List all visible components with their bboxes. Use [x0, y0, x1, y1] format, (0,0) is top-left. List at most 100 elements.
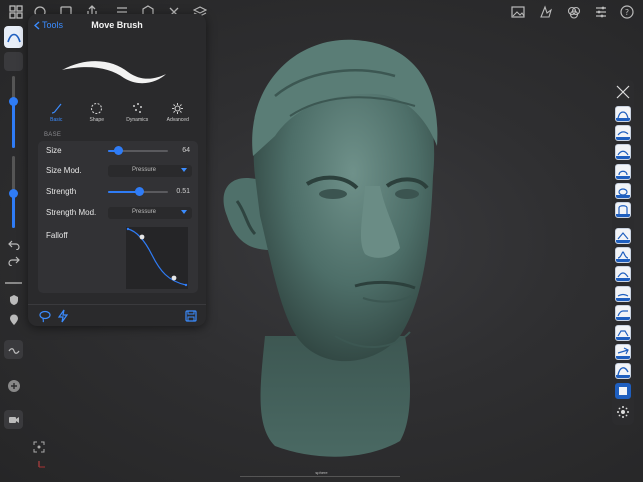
gallery-grid-icon[interactable]	[8, 4, 24, 20]
video-camera-icon	[8, 416, 19, 423]
tab-advanced[interactable]: Advanced	[158, 102, 199, 126]
brush-move[interactable]	[615, 363, 631, 379]
brush-build[interactable]	[615, 144, 631, 160]
falloff-curve-editor[interactable]	[126, 227, 188, 289]
lasso-icon[interactable]	[38, 309, 52, 323]
strength-slider-knob[interactable]	[9, 188, 18, 198]
brush-library-bar	[612, 80, 634, 425]
camera-button[interactable]	[4, 410, 23, 429]
shield-icon	[9, 294, 18, 305]
tab-dynamics[interactable]: Dynamics	[117, 102, 158, 126]
size-slider[interactable]	[108, 146, 168, 155]
image-icon[interactable]	[510, 4, 526, 20]
save-preset-icon[interactable]	[184, 309, 198, 323]
mask-brush-icon	[619, 387, 627, 395]
size-mod-row: Size Mod. Pressure	[38, 161, 198, 181]
panel-footer	[28, 304, 206, 326]
brush-standard[interactable]	[615, 106, 631, 122]
materials-icon[interactable]	[566, 4, 582, 20]
redo-button[interactable]	[4, 250, 23, 269]
curve-point[interactable]	[171, 275, 177, 281]
panel-title: Move Brush	[91, 20, 143, 30]
strength-mod-row: Strength Mod. Pressure	[38, 203, 198, 223]
size-mod-select[interactable]: Pressure	[108, 165, 192, 177]
plus-circle-icon	[7, 379, 20, 392]
dynamics-icon	[132, 103, 142, 113]
brush-options-button[interactable]	[615, 404, 631, 420]
strength-value: 0.51	[176, 188, 190, 195]
shape-icon	[91, 102, 103, 115]
wave-icon	[8, 347, 19, 354]
brush-clay[interactable]	[615, 125, 631, 141]
strength-mod-select[interactable]: Pressure	[108, 207, 192, 219]
close-icon[interactable]	[615, 84, 631, 100]
timeline-bar[interactable]	[240, 476, 400, 477]
strength-slider[interactable]	[9, 156, 18, 228]
settings-sliders-icon[interactable]	[593, 4, 609, 20]
left-sidebar	[0, 24, 27, 444]
size-slider-knob[interactable]	[114, 146, 124, 155]
frame-focus-icon[interactable]	[33, 440, 45, 453]
tab-label: Dynamics	[126, 117, 149, 123]
strength-mod-option: Pressure	[131, 209, 156, 215]
brush-pinch[interactable]	[615, 247, 631, 263]
lightning-icon[interactable]	[56, 309, 70, 323]
brush-planar[interactable]	[615, 325, 631, 341]
size-row: Size 64	[38, 141, 198, 161]
dropdown-arrow-icon	[181, 210, 187, 214]
strength-slider-fill	[12, 193, 15, 228]
curve-point[interactable]	[139, 234, 145, 240]
advanced-icon	[172, 103, 184, 114]
move-brush-icon	[6, 33, 21, 43]
brush-mask[interactable]	[615, 383, 631, 399]
lighting-icon[interactable]	[538, 4, 554, 20]
strength-slider-knob[interactable]	[134, 187, 144, 196]
brush-drag[interactable]	[615, 344, 631, 360]
strength-label: Strength	[46, 187, 77, 196]
brush-snakehook[interactable]	[615, 202, 631, 218]
size-label: Size	[46, 146, 62, 155]
falloff-label: Falloff	[46, 231, 68, 240]
svg-text:?: ?	[625, 8, 629, 17]
divider	[5, 282, 22, 284]
sculpt-viewport-model[interactable]	[215, 36, 450, 466]
brush-inflate[interactable]	[615, 183, 631, 199]
help-icon[interactable]: ?	[619, 4, 635, 20]
stroke-button[interactable]	[4, 340, 23, 359]
strength-row: Strength 0.51	[38, 182, 198, 202]
brush-settings-panel: Tools Move Brush Basic Shape Dynamics Ad…	[28, 14, 206, 326]
brush-smooth[interactable]	[615, 286, 631, 302]
brush-flatten[interactable]	[615, 266, 631, 282]
add-button[interactable]	[4, 376, 23, 395]
radius-slider[interactable]	[9, 76, 18, 148]
brush-blob[interactable]	[615, 164, 631, 180]
brush-stroke-preview	[62, 61, 166, 84]
size-value: 64	[182, 147, 190, 154]
section-label: BASE	[44, 132, 62, 138]
panel-header: Tools Move Brush	[28, 14, 206, 38]
dots-circle-icon	[617, 406, 629, 418]
size-mod-label: Size Mod.	[46, 166, 82, 175]
strength-slider-panel[interactable]	[108, 187, 168, 196]
object-label: sphere	[315, 470, 328, 475]
secondary-slot-button[interactable]	[4, 52, 23, 71]
brush-icon	[51, 103, 62, 114]
tab-basic[interactable]: Basic	[36, 102, 77, 126]
brush-tabs: Basic Shape Dynamics Advanced	[36, 102, 198, 126]
radius-slider-fill	[12, 101, 15, 148]
pin-icon	[9, 314, 18, 325]
base-settings-group: Size 64 Size Mod. Pressure Strength 0.51…	[38, 141, 198, 293]
brush-trim[interactable]	[615, 305, 631, 321]
redo-icon	[7, 256, 20, 266]
pin-button[interactable]	[4, 310, 23, 329]
radius-slider-knob[interactable]	[9, 96, 18, 106]
tab-label: Shape	[89, 117, 104, 123]
tab-label: Basic	[50, 117, 63, 123]
brush-crease[interactable]	[615, 228, 631, 244]
strength-mod-label: Strength Mod.	[46, 208, 97, 217]
tab-shape[interactable]: Shape	[77, 102, 118, 126]
dropdown-arrow-icon	[181, 168, 187, 172]
size-mod-option: Pressure	[131, 167, 156, 173]
active-brush-thumbnail[interactable]	[4, 26, 23, 48]
mask-button[interactable]	[4, 290, 23, 309]
